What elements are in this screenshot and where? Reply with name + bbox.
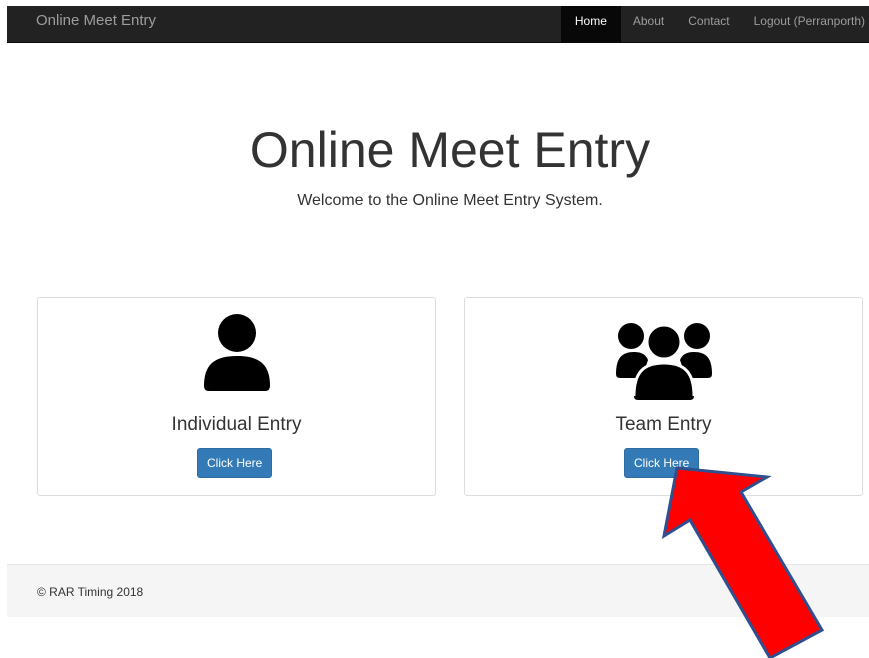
nav-item-logout[interactable]: Logout (Perranporth) (742, 6, 869, 42)
brand-link[interactable]: Online Meet Entry (36, 6, 156, 42)
users-icon (465, 312, 862, 402)
individual-entry-button[interactable]: Click Here (197, 448, 273, 478)
page: Online Meet Entry Home About Contact Log… (0, 0, 869, 658)
page-title: Online Meet Entry (249, 122, 651, 178)
team-entry-button[interactable]: Click Here (624, 448, 700, 478)
nav-menu: Home About Contact Logout (Perranporth) (560, 6, 869, 42)
individual-entry-title: Individual Entry (171, 414, 302, 435)
user-icon (38, 312, 435, 392)
page-subtitle: Welcome to the Online Meet Entry System. (297, 192, 603, 209)
footer: © RAR Timing 2018 (7, 564, 869, 617)
top-navbar: Online Meet Entry Home About Contact Log… (7, 6, 869, 43)
nav-item-about[interactable]: About (621, 6, 676, 42)
team-entry-title: Team Entry (615, 414, 712, 435)
team-entry-panel: Team Entry Click Here (464, 297, 863, 496)
nav-item-home[interactable]: Home (560, 6, 621, 42)
individual-entry-panel: Individual Entry Click Here (37, 297, 436, 496)
copyright-text: © RAR Timing 2018 (37, 585, 144, 599)
nav-item-contact[interactable]: Contact (676, 6, 741, 42)
